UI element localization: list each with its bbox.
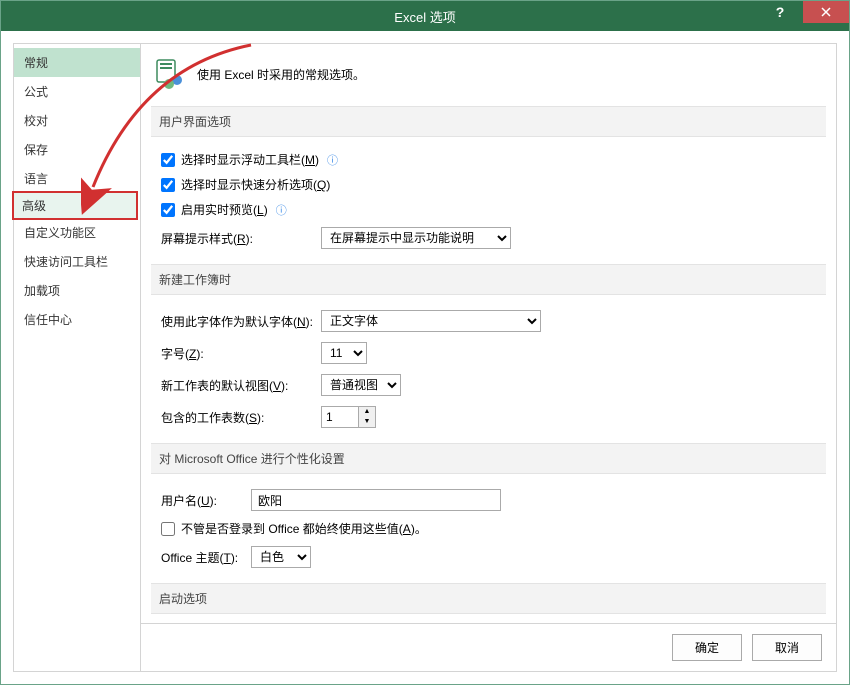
content-scroll[interactable]: 使用 Excel 时采用的常规选项。 用户界面选项 选择时显示浮动工具栏(M) … xyxy=(141,44,836,623)
theme-label: Office 主题(T): xyxy=(161,549,251,566)
cb-mini-toolbar-label: 选择时显示浮动工具栏(M) xyxy=(181,151,319,168)
content-panel: 使用 Excel 时采用的常规选项。 用户界面选项 选择时显示浮动工具栏(M) … xyxy=(141,43,837,672)
sidebar: 常规 公式 校对 保存 语言 高级 自定义功能区 快速访问工具栏 加载项 信任中… xyxy=(13,43,141,672)
cb-always-label: 不管是否登录到 Office 都始终使用这些值(A)。 xyxy=(181,520,427,537)
dialog-body: 常规 公式 校对 保存 语言 高级 自定义功能区 快速访问工具栏 加载项 信任中… xyxy=(1,31,849,684)
view-select[interactable]: 普通视图 xyxy=(321,374,401,396)
sidebar-item-save[interactable]: 保存 xyxy=(14,135,140,164)
sidebar-item-language[interactable]: 语言 xyxy=(14,164,140,193)
sidebar-item-addins[interactable]: 加载项 xyxy=(14,276,140,305)
cb-always-row: 不管是否登录到 Office 都始终使用这些值(A)。 xyxy=(161,516,816,541)
sheets-spinner[interactable]: ▲ ▼ xyxy=(321,406,376,428)
sidebar-item-proofing[interactable]: 校对 xyxy=(14,106,140,135)
sidebar-item-advanced[interactable]: 高级 xyxy=(12,191,138,220)
theme-select[interactable]: 白色 xyxy=(251,546,311,568)
font-row: 使用此字体作为默认字体(N): 正文字体 xyxy=(161,305,816,337)
spin-up[interactable]: ▲ xyxy=(359,407,375,417)
font-select[interactable]: 正文字体 xyxy=(321,310,541,332)
cb-mini-toolbar-row: 选择时显示浮动工具栏(M) ⓘ xyxy=(161,147,816,172)
spin-buttons: ▲ ▼ xyxy=(358,407,375,427)
cancel-button[interactable]: 取消 xyxy=(752,634,822,661)
size-select[interactable]: 11 xyxy=(321,342,367,364)
sheets-row: 包含的工作表数(S): ▲ ▼ xyxy=(161,401,816,433)
font-label: 使用此字体作为默认字体(N): xyxy=(161,313,321,330)
section-personalize-header: 对 Microsoft Office 进行个性化设置 xyxy=(151,443,826,474)
cb-live-preview-row: 启用实时预览(L) ⓘ xyxy=(161,197,816,222)
close-button[interactable] xyxy=(803,1,849,23)
section-workbook-header: 新建工作簿时 xyxy=(151,264,826,295)
section-workbook: 使用此字体作为默认字体(N): 正文字体 字号(Z): 11 新工作表的默认视图… xyxy=(151,305,826,439)
cb-live-preview-label: 启用实时预览(L) xyxy=(181,201,268,218)
intro-row: 使用 Excel 时采用的常规选项。 xyxy=(151,54,826,102)
screentip-row: 屏幕提示样式(R): 在屏幕提示中显示功能说明 xyxy=(161,222,816,254)
sheets-input[interactable] xyxy=(322,407,358,427)
cb-quick-analysis-row: 选择时显示快速分析选项(Q) xyxy=(161,172,816,197)
username-input[interactable] xyxy=(251,489,501,511)
theme-row: Office 主题(T): 白色 xyxy=(161,541,816,573)
section-ui-header: 用户界面选项 xyxy=(151,106,826,137)
cb-quick-analysis-label: 选择时显示快速分析选项(Q) xyxy=(181,176,330,193)
sidebar-item-customize-ribbon[interactable]: 自定义功能区 xyxy=(14,218,140,247)
screentip-label: 屏幕提示样式(R): xyxy=(161,230,321,247)
size-label: 字号(Z): xyxy=(161,345,321,362)
sidebar-item-trust-center[interactable]: 信任中心 xyxy=(14,305,140,334)
username-label: 用户名(U): xyxy=(161,492,251,509)
sheets-label: 包含的工作表数(S): xyxy=(161,409,321,426)
cb-always-use[interactable] xyxy=(161,522,175,536)
sidebar-item-quick-access[interactable]: 快速访问工具栏 xyxy=(14,247,140,276)
help-button[interactable]: ? xyxy=(757,1,803,23)
view-label: 新工作表的默认视图(V): xyxy=(161,377,321,394)
section-startup-header: 启动选项 xyxy=(151,583,826,614)
info-icon[interactable]: ⓘ xyxy=(276,202,287,218)
cb-mini-toolbar[interactable] xyxy=(161,153,175,167)
window-title: Excel 选项 xyxy=(1,7,849,26)
sidebar-item-formulas[interactable]: 公式 xyxy=(14,77,140,106)
section-ui: 选择时显示浮动工具栏(M) ⓘ 选择时显示快速分析选项(Q) 启用实时预览(L)… xyxy=(151,147,826,260)
options-dialog: Excel 选项 ? 常规 公式 校对 保存 语言 高级 自定义功能区 快速访问… xyxy=(0,0,850,685)
size-row: 字号(Z): 11 xyxy=(161,337,816,369)
titlebar: Excel 选项 ? xyxy=(1,1,849,31)
spin-down[interactable]: ▼ xyxy=(359,417,375,427)
cb-quick-analysis[interactable] xyxy=(161,178,175,192)
window-controls: ? xyxy=(757,1,849,31)
options-icon xyxy=(155,58,187,90)
dialog-footer: 确定 取消 xyxy=(141,623,836,671)
view-row: 新工作表的默认视图(V): 普通视图 xyxy=(161,369,816,401)
close-icon xyxy=(821,7,831,17)
sidebar-item-general[interactable]: 常规 xyxy=(14,48,140,77)
info-icon[interactable]: ⓘ xyxy=(327,152,338,168)
cb-live-preview[interactable] xyxy=(161,203,175,217)
intro-text: 使用 Excel 时采用的常规选项。 xyxy=(197,66,365,83)
username-row: 用户名(U): xyxy=(161,484,816,516)
section-personalize: 用户名(U): 不管是否登录到 Office 都始终使用这些值(A)。 Offi… xyxy=(151,484,826,579)
screentip-select[interactable]: 在屏幕提示中显示功能说明 xyxy=(321,227,511,249)
ok-button[interactable]: 确定 xyxy=(672,634,742,661)
